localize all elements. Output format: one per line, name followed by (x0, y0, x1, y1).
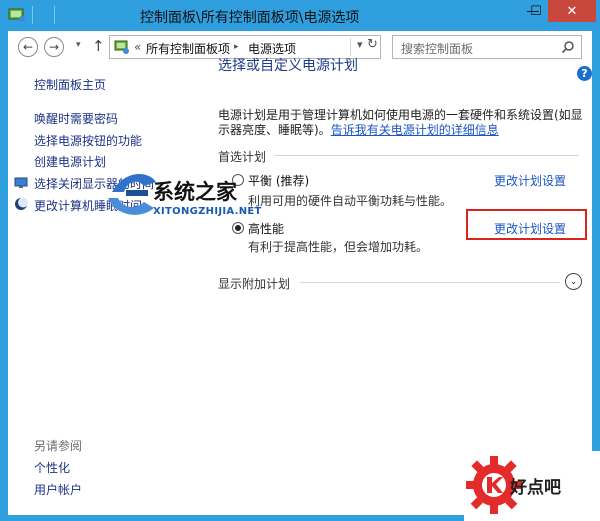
address-divider (350, 38, 351, 56)
preferred-plans-label: 首选计划 (218, 150, 267, 164)
learn-more-link[interactable]: 告诉我有关电源计划的详细信息 (331, 123, 499, 137)
show-additional-plans-label[interactable]: 显示附加计划 (218, 275, 290, 292)
plan-high-performance-name[interactable]: 高性能 (248, 220, 284, 237)
moon-icon (15, 197, 28, 210)
sidebar-item-wake-password[interactable]: 唤醒时需要密码 (34, 110, 118, 127)
monitor-icon (14, 177, 28, 188)
control-panel-icon (114, 40, 129, 54)
sidebar-item-create-plan[interactable]: 创建电源计划 (34, 153, 106, 170)
expand-additional-plans-button[interactable]: ⌄ (565, 273, 582, 290)
section-divider (274, 155, 579, 156)
up-button[interactable]: ↑ (92, 37, 105, 55)
page-description: 电源计划是用于管理计算机如何使用电源的一套硬件和系统设置(如显示器亮度、睡眠等)… (218, 108, 590, 138)
highlight-box (466, 209, 587, 240)
control-panel-icon (8, 8, 25, 22)
close-button[interactable]: ✕ (548, 0, 596, 22)
address-dropdown[interactable]: ▾ (357, 38, 363, 51)
watermark-subtext: XITONGZHIJIA.NET (153, 206, 262, 217)
title-separator (32, 6, 33, 24)
sidebar-item-power-button[interactable]: 选择电源按钮的功能 (34, 132, 142, 149)
see-also-heading: 另请参阅 (34, 439, 83, 453)
refresh-button[interactable]: ↻ (367, 37, 378, 52)
title-separator (54, 6, 55, 24)
search-input[interactable]: 搜索控制面板 (401, 40, 473, 57)
help-icon[interactable]: ? (577, 66, 592, 81)
title-bar: 控制面板\所有控制面板项\电源选项 — ☐ ✕ (0, 0, 600, 31)
change-balanced-plan-link[interactable]: 更改计划设置 (494, 172, 566, 189)
plan-high-performance-radio[interactable] (232, 222, 244, 234)
sidebar-item-home[interactable]: 控制面板主页 (34, 76, 106, 93)
maximize-button[interactable]: ☐ (523, 0, 549, 22)
search-icon[interactable] (561, 40, 575, 54)
window-title: 控制面板\所有控制面板项\电源选项 (140, 10, 360, 26)
window-client: ← → ▾ ↑ « 所有控制面板项 ▸ 电源选项 ▾ ↻ 搜索控制面板 控制面板… (8, 31, 592, 515)
back-button[interactable]: ← (18, 37, 38, 57)
logo-text: 好点吧 (510, 478, 561, 498)
plan-high-performance-description: 有利于提高性能，但会增加功耗。 (248, 240, 429, 254)
recent-locations-dropdown[interactable]: ▾ (76, 40, 81, 50)
sidebar-item-personalization[interactable]: 个性化 (34, 459, 70, 476)
sidebar-item-user-accounts[interactable]: 用户帐户 (34, 481, 82, 498)
forward-button[interactable]: → (44, 37, 64, 57)
watermark-text: 系统之家 (153, 179, 237, 204)
breadcrumb-overflow[interactable]: « (134, 40, 141, 54)
page-title: 选择或自定义电源计划 (218, 58, 358, 74)
section-divider (300, 282, 560, 283)
breadcrumb-separator[interactable]: ▸ (234, 42, 239, 52)
search-box[interactable]: 搜索控制面板 (392, 35, 582, 59)
